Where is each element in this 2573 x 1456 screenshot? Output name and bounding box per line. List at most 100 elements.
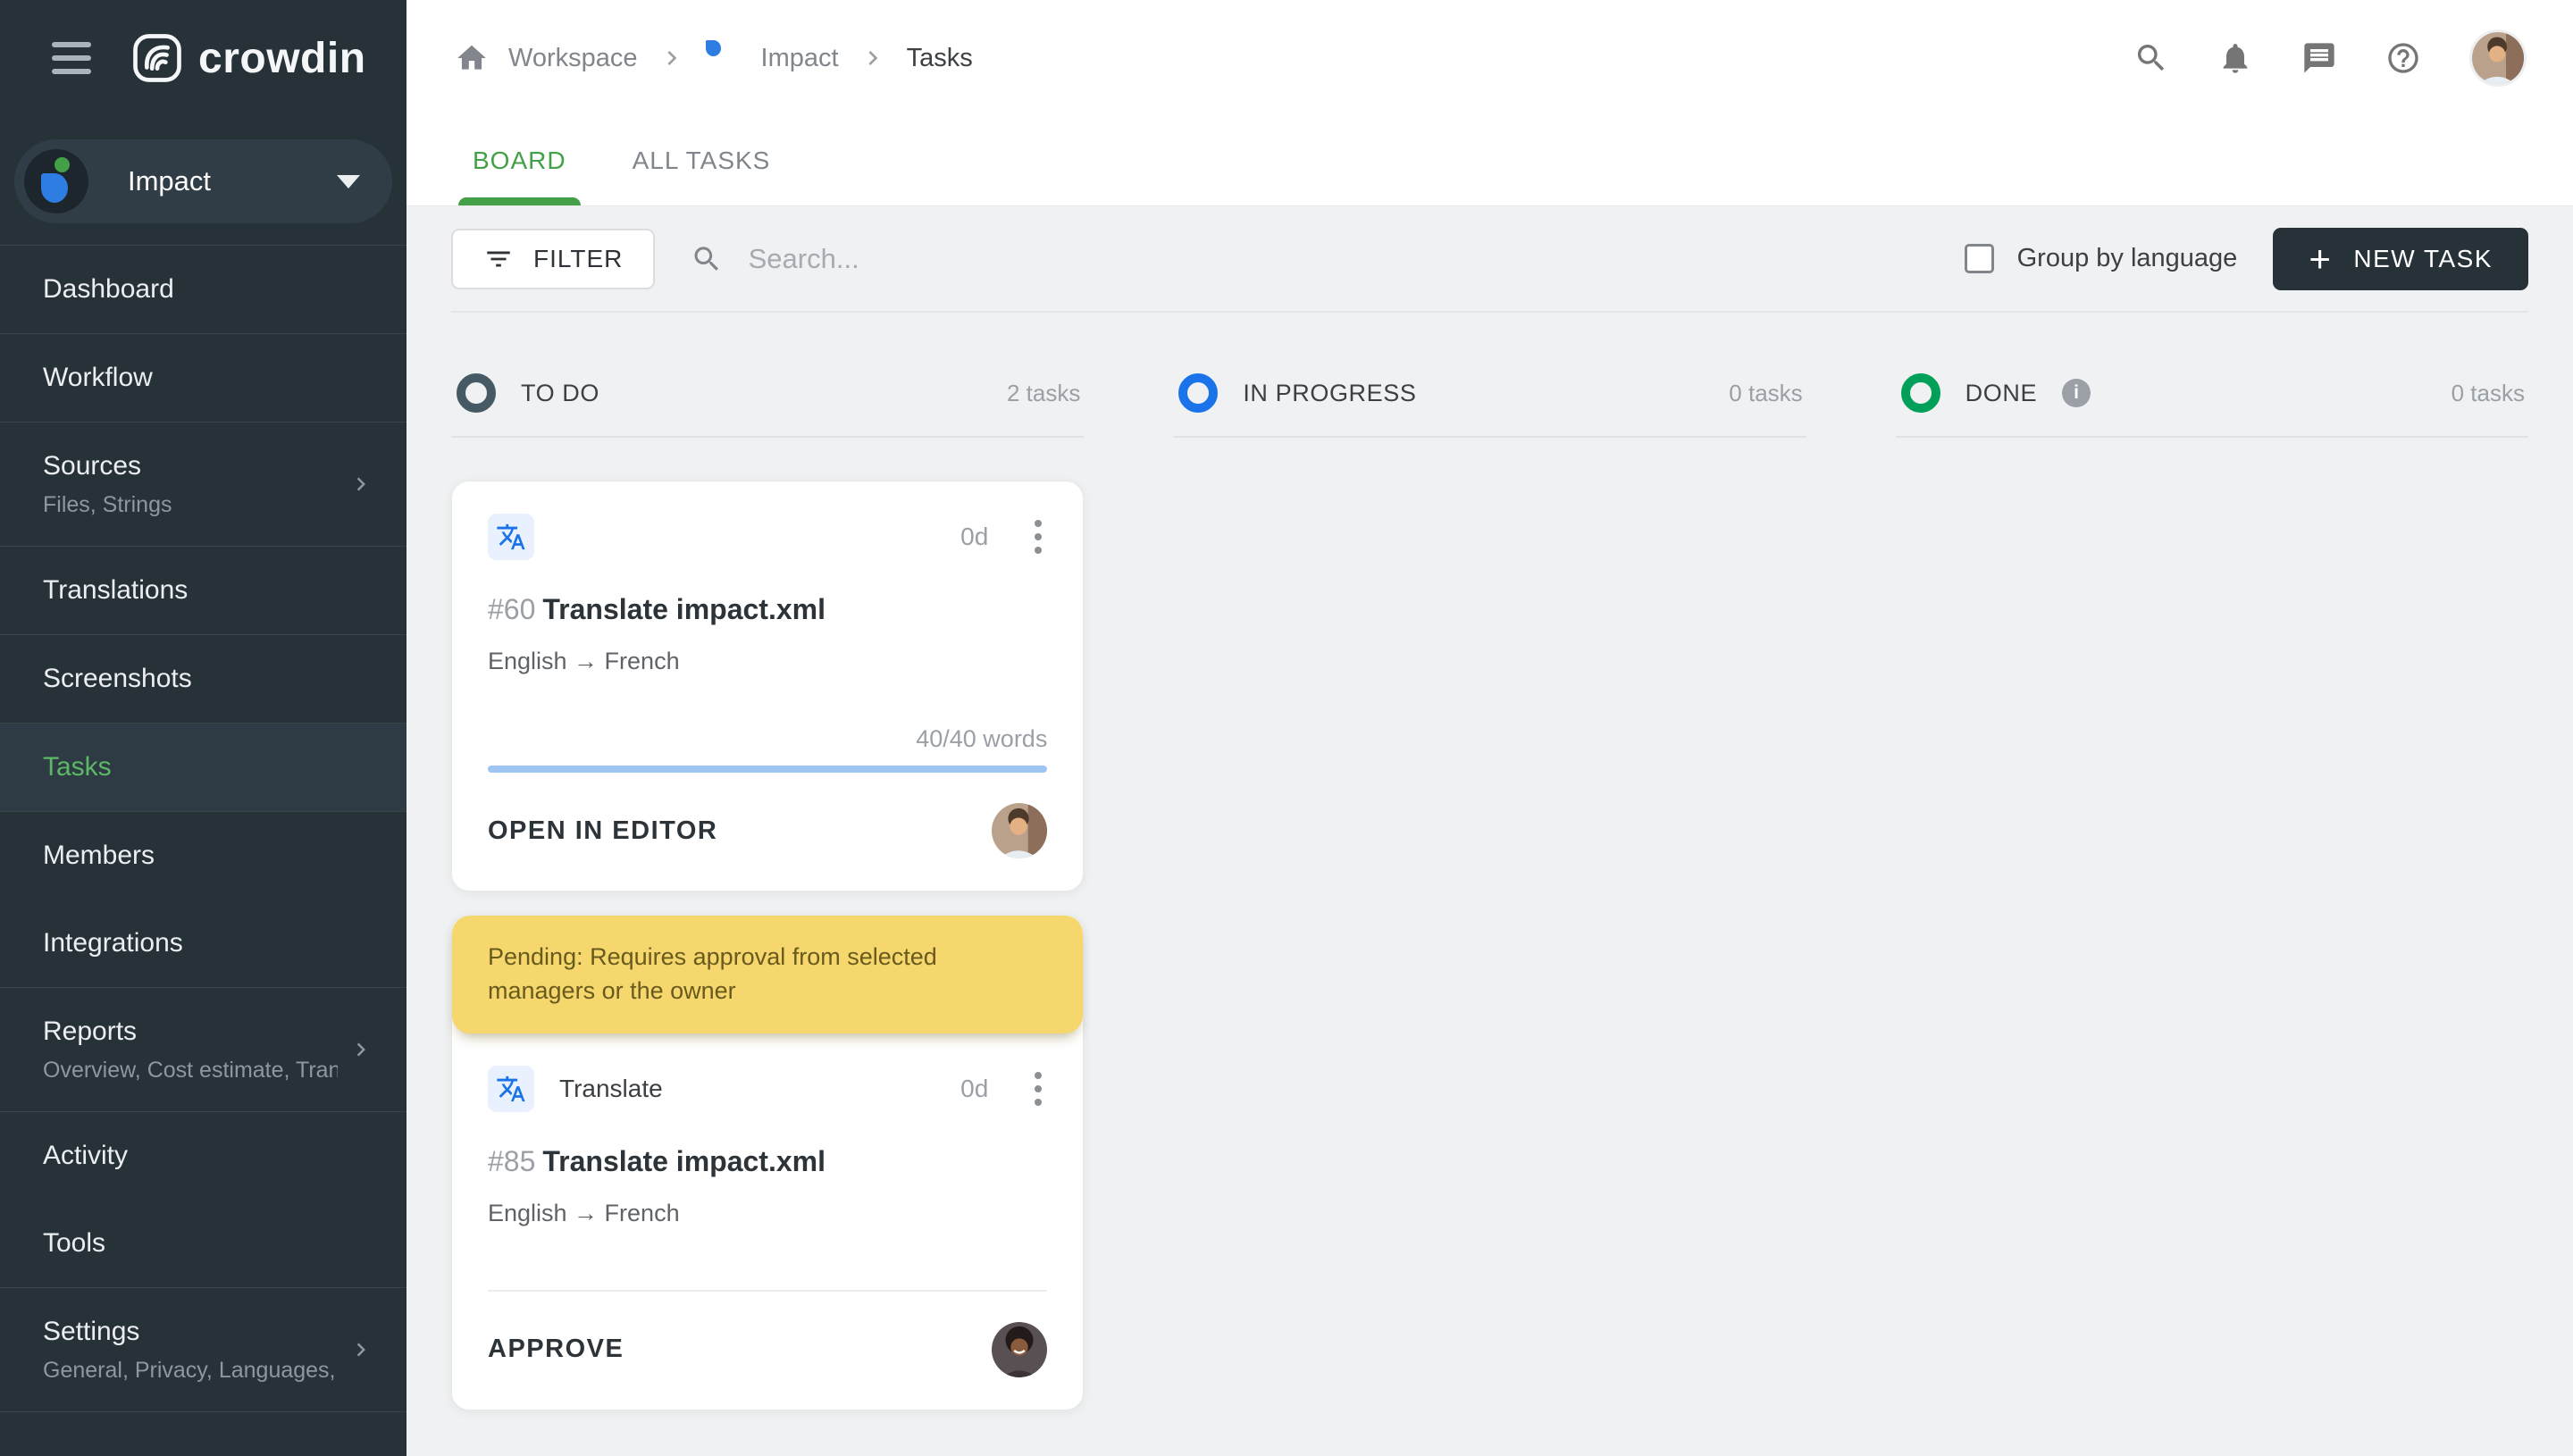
chevron-right-icon [666, 51, 676, 65]
open-in-editor-button[interactable]: OPEN IN EDITOR [488, 816, 717, 846]
kebab-menu-icon[interactable] [1029, 1067, 1047, 1111]
task-duration: 0d [960, 523, 989, 550]
sidebar-item-tools[interactable]: Tools [0, 1200, 406, 1287]
sidebar-nav: Dashboard Workflow Sources Files, String… [0, 246, 406, 1456]
column-done: DONE i 0 tasks [1895, 357, 2528, 438]
card-divider [488, 1289, 1048, 1292]
sidebar-item-translations[interactable]: Translations [0, 547, 406, 634]
user-avatar[interactable] [2469, 29, 2527, 87]
chevron-right-icon [868, 51, 877, 65]
topbar-actions [2133, 29, 2527, 87]
sidebar-header: crowdin [0, 0, 406, 116]
translate-task-icon [488, 514, 534, 560]
chevron-right-icon [356, 477, 365, 491]
new-task-label: NEW TASK [2353, 244, 2493, 272]
brand-text: crowdin [198, 34, 366, 82]
info-icon[interactable]: i [2062, 379, 2091, 407]
group-by-language-toggle[interactable]: Group by language [1964, 244, 2238, 273]
task-id: #60 [488, 593, 536, 625]
status-ring-done [1900, 373, 1940, 413]
pending-approval-banner: Pending: Requires approval from selected… [452, 916, 1084, 1033]
breadcrumb-workspace[interactable]: Workspace [508, 44, 638, 73]
toolbar: FILTER Group by language + NEW TASK [451, 206, 2528, 313]
sidebar-item-screenshots[interactable]: Screenshots [0, 635, 406, 723]
column-title: TO DO [521, 379, 600, 406]
content: FILTER Group by language + NEW TASK TO D… [406, 206, 2573, 1456]
filter-icon [487, 251, 510, 266]
sidebar-item-tasks[interactable]: Tasks [0, 724, 406, 811]
assignee-avatar [992, 803, 1048, 858]
search-icon[interactable] [2133, 40, 2169, 76]
task-id: #85 [488, 1144, 536, 1177]
home-icon[interactable] [455, 41, 489, 75]
status-ring-todo [457, 373, 496, 413]
sidebar-item-reports[interactable]: Reports Overview, Cost estimate, Transl… [0, 988, 406, 1111]
task-duration: 0d [960, 1074, 989, 1102]
breadcrumb-project-icon [705, 40, 742, 76]
task-progress-fill [488, 766, 1048, 773]
messages-icon[interactable] [2301, 40, 2337, 76]
breadcrumb: Workspace Impact Tasks [455, 40, 973, 76]
sidebar-item-workflow[interactable]: Workflow [0, 334, 406, 422]
search-icon [694, 246, 719, 271]
filter-button-label: FILTER [533, 244, 624, 272]
column-count: 0 tasks [1729, 379, 1803, 406]
column-count: 0 tasks [2451, 379, 2525, 406]
task-progress-bar [488, 766, 1048, 773]
sidebar: crowdin Impact Dashboard Workflow Source… [0, 0, 406, 1456]
tab-all-tasks[interactable]: ALL TASKS [618, 116, 785, 205]
kebab-menu-icon[interactable] [1029, 515, 1047, 559]
task-card-85[interactable]: Pending: Requires approval from selected… [451, 915, 1085, 1410]
column-in-progress-header: IN PROGRESS 0 tasks [1173, 357, 1806, 438]
caret-down-icon [337, 174, 360, 188]
column-todo: TO DO 2 tasks 0d #60 Translate impact.xm… [451, 357, 1085, 1410]
filter-button[interactable]: FILTER [451, 228, 656, 289]
tab-board[interactable]: BOARD [458, 116, 581, 205]
column-in-progress: IN PROGRESS 0 tasks [1173, 357, 1806, 438]
menu-icon[interactable] [52, 42, 91, 74]
task-card-60[interactable]: 0d #60 Translate impact.xml English → Fre… [451, 481, 1085, 891]
column-title: DONE [1965, 379, 2038, 406]
sidebar-item-settings[interactable]: Settings General, Privacy, Languages, Q… [0, 1288, 406, 1411]
new-task-button[interactable]: + NEW TASK [2273, 227, 2528, 290]
kanban-board: TO DO 2 tasks 0d #60 Translate impact.xm… [451, 357, 2528, 1410]
approve-button[interactable]: APPROVE [488, 1335, 624, 1364]
crowdin-logo[interactable]: crowdin [132, 33, 366, 83]
project-name: Impact [128, 165, 212, 197]
project-logo-icon [24, 149, 88, 213]
help-icon[interactable] [2385, 40, 2421, 76]
chevron-right-icon [356, 1343, 365, 1357]
group-by-language-label: Group by language [2016, 244, 2238, 272]
chevron-right-icon [356, 1042, 365, 1057]
search-input[interactable] [748, 242, 1929, 275]
task-languages: English → French [488, 648, 680, 674]
project-selector[interactable]: Impact [14, 139, 392, 223]
column-title: IN PROGRESS [1243, 379, 1417, 406]
assignee-avatar [992, 1321, 1048, 1377]
translate-task-icon [488, 1065, 534, 1112]
sidebar-item-integrations[interactable]: Integrations [0, 900, 406, 987]
status-ring-in-progress [1178, 373, 1219, 413]
sidebar-item-dashboard[interactable]: Dashboard [0, 246, 406, 333]
task-word-count: 40/40 words [916, 725, 1048, 752]
sidebar-item-sources[interactable]: Sources Files, Strings [0, 423, 406, 546]
task-languages: English → French [488, 1199, 680, 1226]
breadcrumb-project[interactable]: Impact [761, 44, 839, 73]
column-todo-header: TO DO 2 tasks [451, 357, 1085, 438]
task-name: Translate impact.xml [542, 593, 826, 625]
sidebar-item-activity[interactable]: Activity [0, 1112, 406, 1200]
topbar: Workspace Impact Tasks [406, 0, 2573, 116]
column-count: 2 tasks [1006, 379, 1081, 406]
column-done-header: DONE i 0 tasks [1895, 357, 2528, 438]
crowdin-logo-icon [133, 34, 181, 82]
sidebar-item-members[interactable]: Members [0, 812, 406, 900]
view-tabs: BOARD ALL TASKS [406, 116, 2573, 206]
task-type-label: Translate [559, 1074, 663, 1102]
task-title: #85 Translate impact.xml [488, 1144, 1047, 1178]
breadcrumb-current: Tasks [906, 43, 973, 72]
task-name: Translate impact.xml [542, 1144, 826, 1177]
notifications-icon[interactable] [2217, 40, 2253, 76]
group-by-language-checkbox[interactable] [1964, 244, 1994, 273]
task-title: #60 Translate impact.xml [488, 592, 1047, 626]
search-box [691, 242, 1929, 276]
